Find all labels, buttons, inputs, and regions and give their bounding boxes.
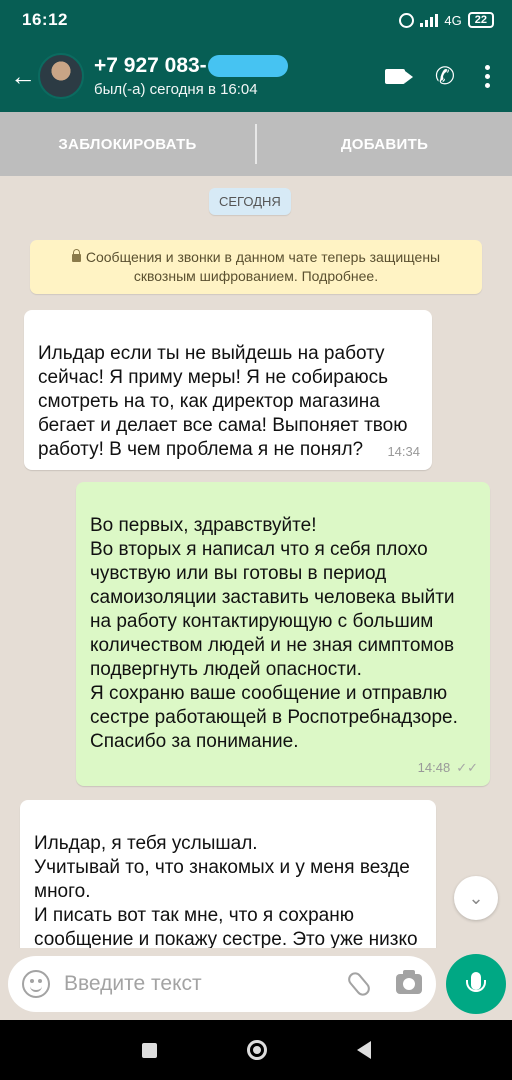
back-triangle-icon[interactable]	[356, 1041, 371, 1059]
message-incoming[interactable]: Ильдар, я тебя услышал. Учитывай то, что…	[20, 800, 436, 948]
message-input[interactable]	[64, 972, 314, 996]
network-type: 4G	[444, 12, 462, 28]
last-seen-status: был(-а) сегодня в 16:04	[94, 81, 258, 98]
contact-action-bar: ЗАБЛОКИРОВАТЬ ДОБАВИТЬ	[0, 112, 512, 176]
encryption-notice[interactable]: Сообщения и звонки в данном чате теперь …	[30, 240, 482, 294]
message-input-container	[8, 956, 436, 1012]
lock-icon	[71, 249, 81, 262]
battery-icon: 22	[467, 12, 494, 28]
block-button[interactable]: ЗАБЛОКИРОВАТЬ	[0, 136, 255, 153]
message-text: Ильдар если ты не выйдешь на работу сейч…	[38, 343, 408, 460]
header-actions: ✆	[384, 62, 512, 91]
composer	[0, 948, 512, 1020]
chat-header: ← +7 927 083- был(-а) сегодня в 16:04 ✆	[0, 40, 512, 112]
status-bar: 16:12 4G 22	[0, 0, 512, 40]
status-time: 16:12	[22, 10, 68, 29]
more-vert-icon[interactable]	[485, 64, 490, 88]
mic-icon	[466, 972, 486, 992]
encryption-notice-text: Сообщения и звонки в данном чате теперь …	[85, 249, 441, 284]
chevron-down-icon: ⌄	[468, 887, 484, 908]
contact-name: +7 927 083-	[94, 54, 288, 78]
date-chip: СЕГОДНЯ	[209, 188, 291, 215]
phone-icon[interactable]: ✆	[435, 62, 455, 91]
message-list[interactable]: СЕГОДНЯ Сообщения и звонки в данном чате…	[0, 176, 512, 948]
add-contact-button[interactable]: ДОБАВИТЬ	[257, 136, 512, 153]
status-icons: 4G 22	[399, 12, 494, 28]
avatar[interactable]	[38, 53, 84, 99]
arrow-left-icon[interactable]: ←	[0, 61, 36, 92]
attach-icon[interactable]	[345, 969, 373, 999]
message-outgoing[interactable]: Во первых, здравствуйте! Во вторых я нап…	[76, 482, 490, 786]
alarm-icon	[399, 12, 415, 28]
message-text: Во первых, здравствуйте! Во вторых я нап…	[90, 515, 458, 752]
message-incoming[interactable]: Ильдар если ты не выйдешь на работу сейч…	[24, 310, 432, 470]
home-icon[interactable]	[246, 1040, 267, 1060]
recents-icon[interactable]	[141, 1042, 157, 1058]
message-text: Ильдар, я тебя услышал. Учитывай то, что…	[34, 833, 418, 948]
camera-icon[interactable]	[396, 970, 422, 994]
system-nav-bar	[0, 1020, 512, 1080]
scroll-down-button[interactable]: ⌄	[454, 876, 498, 920]
message-time: 14:34	[387, 444, 420, 459]
message-time: 14:48	[417, 760, 451, 775]
emoji-icon[interactable]	[22, 970, 50, 998]
video-call-icon[interactable]	[384, 68, 413, 84]
contact-info[interactable]: +7 927 083- был(-а) сегодня в 16:04	[94, 54, 288, 98]
signal-icon	[420, 13, 439, 27]
voice-message-button[interactable]	[446, 954, 506, 1014]
message-meta: 14:48 ✓✓	[418, 756, 478, 780]
redaction-mask	[207, 55, 288, 77]
read-ticks-icon: ✓✓	[456, 760, 478, 775]
